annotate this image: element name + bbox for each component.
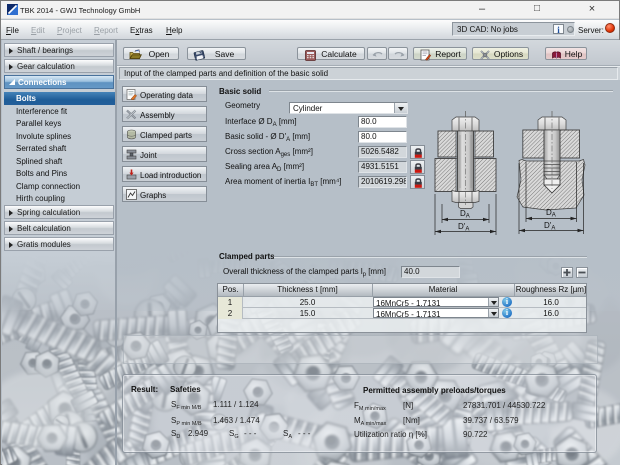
svg-text:DA: DA [460, 209, 470, 220]
svg-text:D'A: D'A [458, 222, 469, 233]
svg-text:D'A: D'A [544, 221, 555, 232]
